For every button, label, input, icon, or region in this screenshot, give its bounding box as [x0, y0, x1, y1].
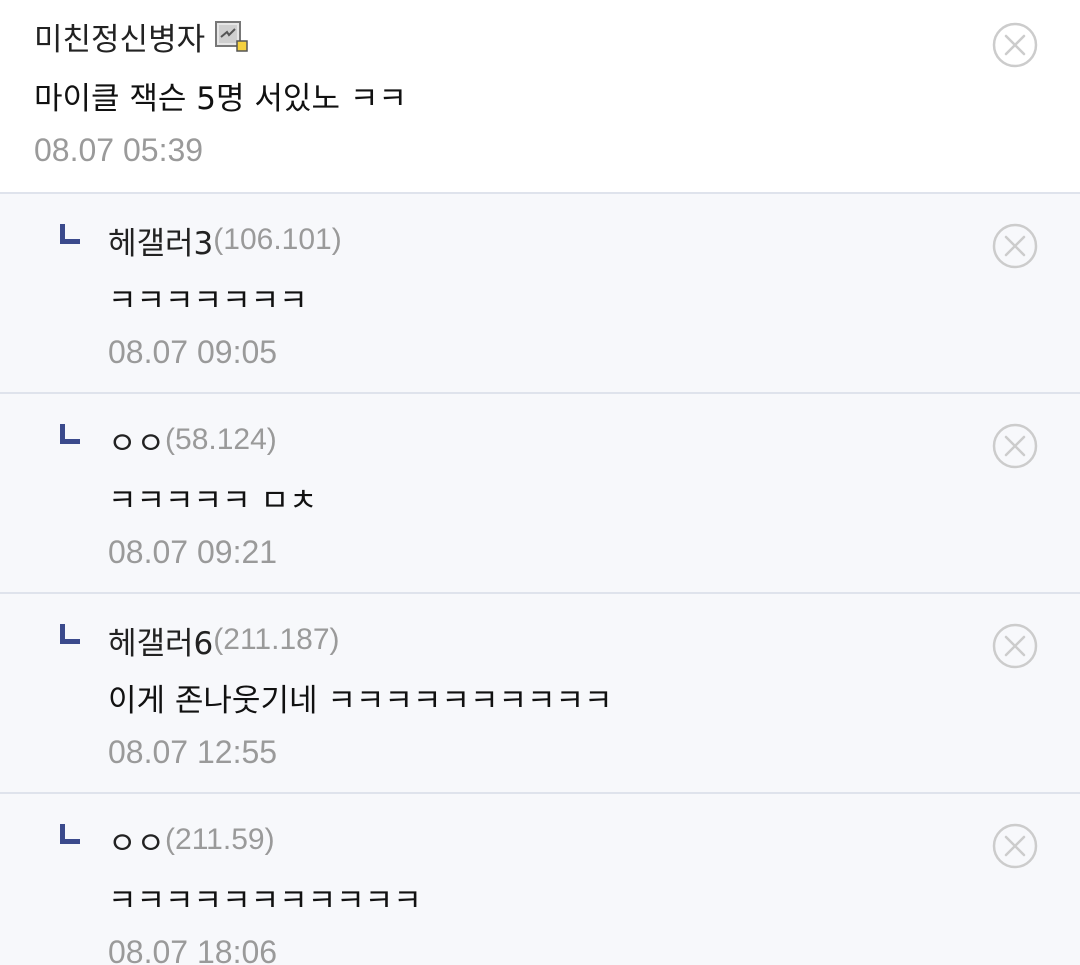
reply-arrow-icon: [60, 824, 80, 844]
comment-timestamp: 08.07 09:21: [108, 534, 278, 570]
circle-x-icon: [992, 223, 1038, 269]
comment-body: 이게 존나웃기네 ㅋㅋㅋㅋㅋㅋㅋㅋㅋㅋ: [108, 683, 613, 719]
comment-author-ip: (58.124): [165, 423, 277, 456]
circle-x-icon: [992, 623, 1038, 669]
comment-author[interactable]: 헤갤러3: [108, 218, 213, 263]
reply-arrow-icon: [60, 624, 80, 644]
comment-author-ip: (106.101): [213, 223, 342, 256]
comment-author-line: ㅇㅇ (211.59): [108, 818, 275, 862]
comment-body: ㅋㅋㅋㅋㅋㅋㅋㅋㅋㅋㅋ: [108, 883, 422, 919]
comment-author-ip: (211.187): [213, 623, 340, 656]
comment-author-line: 헤갤러3 (106.101): [108, 218, 342, 262]
reply-arrow-icon: [60, 424, 80, 444]
circle-x-icon: [992, 823, 1038, 869]
comment-timestamp: 08.07 05:39: [34, 132, 204, 168]
circle-x-icon: [992, 423, 1038, 469]
comment-author-line: 헤갤러6 (211.187): [108, 618, 340, 662]
reply-item: 헤갤러3 (106.101) ㅋㅋㅋㅋㅋㅋㅋ 08.07 09:05: [0, 192, 1080, 392]
comment-timestamp: 08.07 12:55: [108, 734, 278, 770]
comment-body: ㅋㅋㅋㅋㅋㅋㅋ: [108, 283, 308, 319]
comment-item: 미친정신병자 마이클 잭슨 5명 서있노 ㅋㅋ 08.07 05:39: [0, 0, 1080, 192]
delete-comment-button[interactable]: [992, 22, 1038, 68]
comment-author-ip: (211.59): [165, 823, 275, 856]
delete-comment-button[interactable]: [992, 823, 1038, 869]
comment-author[interactable]: 미친정신병자: [34, 14, 205, 59]
reply-item: ㅇㅇ (211.59) ㅋㅋㅋㅋㅋㅋㅋㅋㅋㅋㅋ 08.07 18:06: [0, 792, 1080, 965]
comment-author[interactable]: ㅇㅇ: [108, 818, 165, 863]
comment-author[interactable]: 헤갤러6: [108, 618, 213, 663]
comment-author[interactable]: ㅇㅇ: [108, 418, 165, 463]
reply-item: ㅇㅇ (58.124) ㅋㅋㅋㅋㅋ ㅁㅊ 08.07 09:21: [0, 392, 1080, 592]
delete-comment-button[interactable]: [992, 623, 1038, 669]
comment-timestamp: 08.07 09:05: [108, 334, 278, 370]
delete-comment-button[interactable]: [992, 423, 1038, 469]
circle-x-icon: [992, 22, 1038, 68]
reply-item: 헤갤러6 (211.187) 이게 존나웃기네 ㅋㅋㅋㅋㅋㅋㅋㅋㅋㅋ 08.07…: [0, 592, 1080, 792]
comment-author-line: 미친정신병자: [34, 14, 249, 58]
comment-author-line: ㅇㅇ (58.124): [108, 418, 277, 462]
comment-timestamp: 08.07 18:06: [108, 934, 278, 965]
comment-body: ㅋㅋㅋㅋㅋ ㅁㅊ: [108, 483, 318, 519]
member-memo-icon: [215, 20, 249, 52]
reply-arrow-icon: [60, 224, 80, 244]
comment-list: 미친정신병자 마이클 잭슨 5명 서있노 ㅋㅋ 08.07 05:39 헤갤러3…: [0, 0, 1080, 965]
comment-body: 마이클 잭슨 5명 서있노 ㅋㅋ: [34, 81, 407, 117]
delete-comment-button[interactable]: [992, 223, 1038, 269]
